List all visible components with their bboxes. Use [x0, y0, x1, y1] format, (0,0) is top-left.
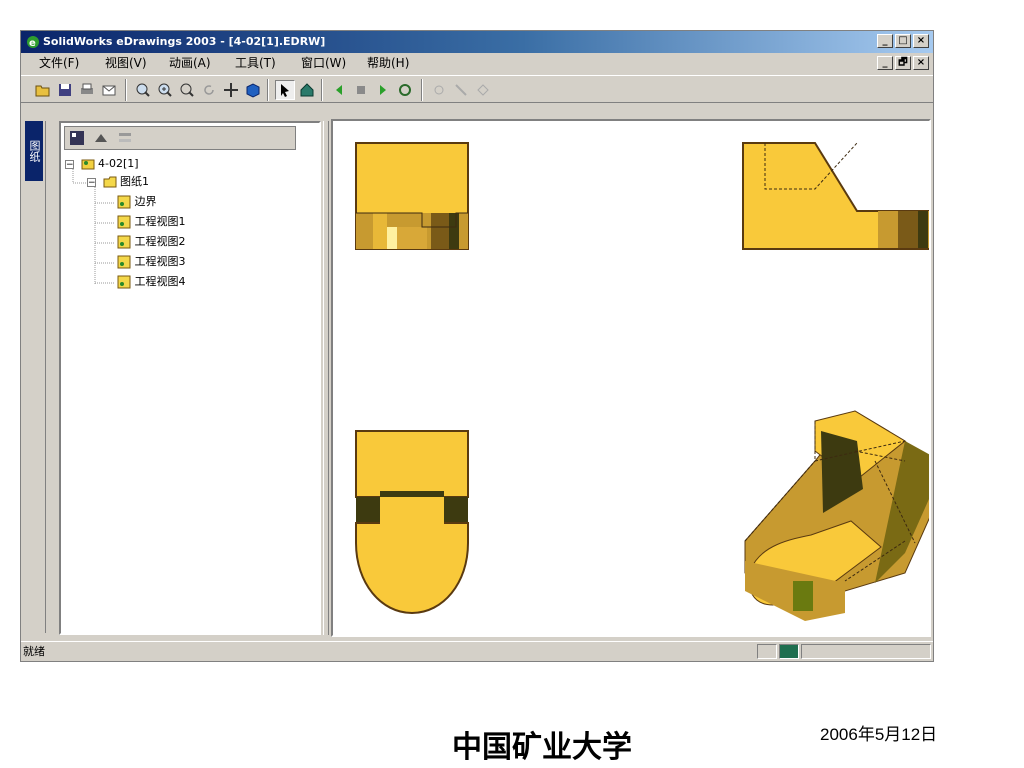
edrawings-app-icon: e — [27, 36, 39, 49]
tree-view-icon[interactable] — [69, 130, 85, 146]
config-icon[interactable] — [93, 130, 109, 146]
tree-item-label: 边界 — [134, 195, 157, 208]
close-button[interactable]: × — [913, 34, 929, 48]
stop-icon[interactable] — [351, 80, 371, 100]
markup-icon[interactable] — [451, 80, 471, 100]
menu-window[interactable]: 窗口(W) — [301, 53, 346, 73]
tree-panel-header — [64, 126, 296, 150]
pan-icon[interactable] — [221, 80, 241, 100]
panel-splitter[interactable] — [323, 121, 329, 635]
tree-item-label: 工程视图2 — [134, 235, 186, 248]
menu-tools[interactable]: 工具(T) — [235, 53, 276, 73]
sheets-tab[interactable]: 图纸 — [25, 121, 43, 181]
menu-animation[interactable]: 动画(A) — [169, 53, 211, 73]
minimize-button[interactable]: _ — [877, 34, 893, 48]
zoom-to-fit-icon[interactable] — [133, 80, 153, 100]
tree-item-label: 工程视图4 — [134, 275, 186, 288]
side-view[interactable] — [742, 142, 931, 250]
isometric-view[interactable] — [744, 410, 946, 621]
front-view[interactable] — [355, 142, 469, 250]
footer-date: 2006年5月12日 — [820, 725, 938, 744]
mdi-minimize-button[interactable]: _ — [877, 56, 893, 70]
previous-icon[interactable] — [329, 80, 349, 100]
status-pane — [801, 644, 931, 659]
tree-panel: − 4-02[1] − 图纸1 边界 工程视图1 工程视图2 工程视图3 工程视… — [59, 121, 321, 635]
shaded-icon[interactable] — [243, 80, 263, 100]
mdi-close-button[interactable]: × — [913, 56, 929, 70]
title-bar[interactable]: e SolidWorks eDrawings 2003 - [4-02[1].E… — [21, 31, 933, 53]
svg-text:e: e — [29, 38, 36, 49]
window-title: SolidWorks eDrawings 2003 - [4-02[1].EDR… — [43, 35, 326, 48]
layers-icon[interactable] — [117, 130, 133, 146]
status-text: 就绪 — [23, 645, 45, 658]
tree-sheet-label: 图纸1 — [120, 175, 149, 188]
tree-item[interactable]: 工程视图4 — [117, 273, 186, 291]
tree-item-label: 工程视图3 — [134, 255, 186, 268]
zoom-area-icon[interactable] — [177, 80, 197, 100]
home-icon[interactable] — [297, 80, 317, 100]
zoom-in-icon[interactable] — [155, 80, 175, 100]
status-bar: 就绪 — [21, 641, 933, 661]
hide-icon[interactable] — [473, 80, 493, 100]
measure-status-icon[interactable] — [779, 644, 799, 659]
drawing-sheet — [355, 142, 946, 621]
tree-item[interactable]: 工程视图2 — [117, 233, 186, 251]
footer-title: 中国矿业大学 — [452, 730, 632, 765]
tree-item[interactable]: 边界 — [117, 193, 157, 211]
print-icon[interactable] — [77, 80, 97, 100]
menu-file[interactable]: 文件(F) — [39, 53, 79, 73]
select-icon[interactable] — [275, 80, 295, 100]
save-icon[interactable] — [55, 80, 75, 100]
mdi-restore-button[interactable]: 🗗 — [895, 56, 911, 70]
send-icon[interactable] — [99, 80, 119, 100]
side-tab-strip: 图纸 — [23, 121, 46, 633]
tree-item[interactable]: 工程视图3 — [117, 253, 186, 271]
menu-bar: 文件(F) 视图(V) 动画(A) 工具(T) 窗口(W) 帮助(H) _ 🗗 … — [21, 53, 933, 73]
loop-icon[interactable] — [395, 80, 415, 100]
edrawings-window: e SolidWorks eDrawings 2003 - [4-02[1].E… — [20, 30, 946, 662]
drawing-canvas[interactable] — [331, 119, 946, 637]
toolbar — [21, 75, 933, 103]
measure-icon[interactable] — [429, 80, 449, 100]
maximize-button[interactable]: □ — [895, 34, 911, 48]
rotate-icon[interactable] — [199, 80, 219, 100]
top-view[interactable] — [355, 430, 469, 615]
menu-help[interactable]: 帮助(H) — [367, 53, 409, 73]
play-icon[interactable] — [373, 80, 393, 100]
tree-item[interactable]: 工程视图1 — [117, 213, 186, 231]
markup-status-icon[interactable] — [757, 644, 777, 659]
tree-item-label: 工程视图1 — [134, 215, 186, 228]
tree-connector-lines — [72, 169, 115, 285]
menu-view[interactable]: 视图(V) — [105, 53, 147, 73]
open-icon[interactable] — [33, 80, 53, 100]
